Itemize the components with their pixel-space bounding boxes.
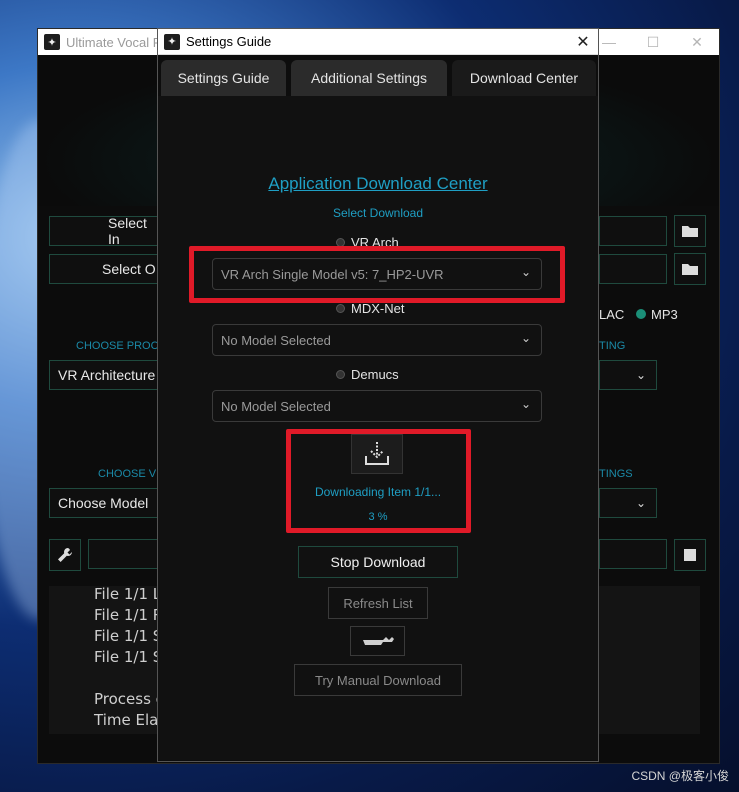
select-input-button[interactable]: Select In [49,215,159,247]
wrench-icon[interactable] [49,539,81,571]
refresh-list-button[interactable]: Refresh List [328,587,428,619]
main-close-button[interactable]: ✕ [675,29,719,55]
maximize-button[interactable]: ☐ [631,29,675,55]
mdx-net-label: MDX-Net [351,301,405,316]
choose-model-value: Choose Model [58,495,149,511]
dialog-titlebar: ✦ Settings Guide ✕ [158,29,598,55]
app-logo-icon: ✦ [44,34,60,50]
highlight-box [189,246,565,303]
folder-icon[interactable] [674,215,706,247]
key-icon [362,637,394,645]
demucs-selected-value: No Model Selected [221,398,331,414]
stop-download-button[interactable]: Stop Download [298,546,458,578]
stop-square-icon[interactable] [674,539,706,571]
dialog-title: Settings Guide [186,34,272,49]
demucs-model-select[interactable]: No Model Selected ⌄ [212,390,542,422]
radio-dot-icon [336,370,345,379]
format-mp3-label[interactable]: MP3 [651,307,678,322]
download-center-title-link[interactable]: Application Download Center [158,174,598,194]
input-path-field[interactable] [599,216,667,246]
setting-label-2: TINGS [599,468,633,480]
start-process-button[interactable] [88,539,158,569]
mdx-net-radio[interactable]: MDX-Net [336,301,404,316]
choose-process-label: CHOOSE PROC [76,340,159,352]
dialog-close-button[interactable]: ✕ [568,29,598,54]
main-window-title: Ultimate Vocal R [66,34,163,50]
app-logo-icon: ✦ [164,33,180,50]
chevron-down-icon: ⌄ [520,331,531,345]
settings-guide-dialog: ✦ Settings Guide ✕ Settings Guide Additi… [157,28,599,762]
folder-icon[interactable] [674,253,706,285]
choose-model-select[interactable]: Choose Model [49,488,159,518]
demucs-radio[interactable]: Demucs [336,367,399,382]
mp3-radio[interactable] [636,309,646,319]
format-flac-label[interactable]: LAC [599,307,624,322]
try-manual-download-button[interactable]: Try Manual Download [294,664,462,696]
demucs-label: Demucs [351,367,399,382]
process-method-select[interactable]: VR Architecture [49,360,159,390]
setting-select-2[interactable]: ⌄ [599,488,657,518]
setting-label-1: TING [599,340,626,352]
tab-bar: Settings Guide Additional Settings Downl… [158,56,598,96]
select-input-label: Select In [108,215,147,247]
download-center-panel: Application Download Center Select Downl… [158,96,598,760]
csdn-watermark: CSDN @极客小俊 [631,769,729,783]
chevron-down-icon: ⌄ [635,368,646,382]
mdx-net-selected-value: No Model Selected [221,332,331,348]
key-button[interactable] [350,626,405,656]
mdx-net-model-select[interactable]: No Model Selected ⌄ [212,324,542,356]
process-method-value: VR Architecture [58,367,156,383]
select-output-label: Select O [102,261,156,277]
tab-download-center[interactable]: Download Center [452,60,596,96]
tab-settings-guide[interactable]: Settings Guide [161,60,286,96]
chevron-down-icon: ⌄ [635,496,646,510]
output-path-field[interactable] [599,254,667,284]
highlight-box [286,429,471,533]
setting-select-1[interactable]: ⌄ [599,360,657,390]
radio-dot-icon [336,304,345,313]
chevron-down-icon: ⌄ [520,397,531,411]
tab-additional-settings[interactable]: Additional Settings [291,60,447,96]
select-download-label: Select Download [332,206,424,220]
progress-field [599,539,667,569]
choose-model-section-label: CHOOSE V [98,468,157,480]
select-output-button[interactable]: Select O [49,254,159,284]
